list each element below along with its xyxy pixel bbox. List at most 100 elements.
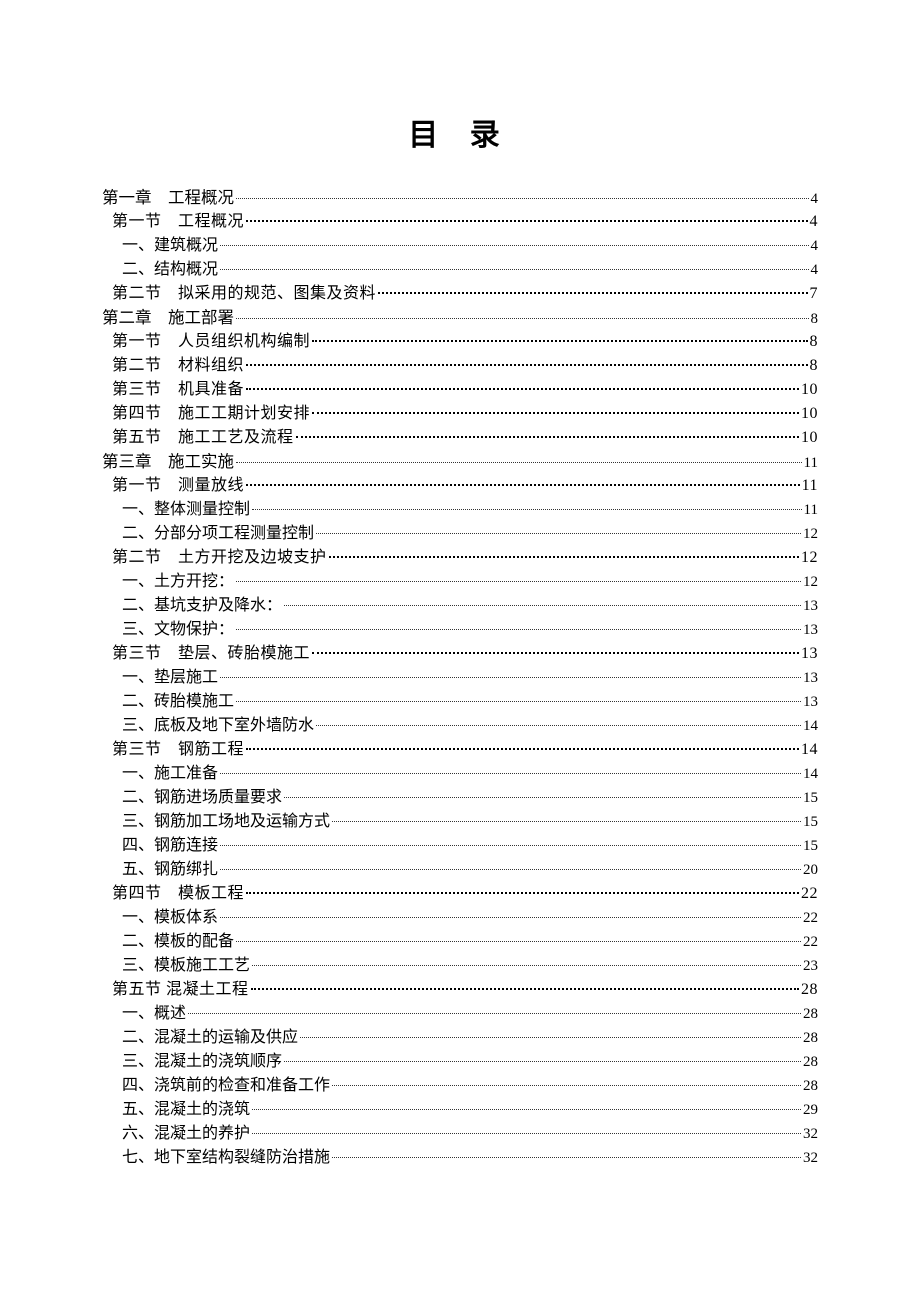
toc-leader-dots — [188, 1013, 801, 1014]
toc-title: 目 录 — [102, 110, 818, 154]
toc-entry: 二、模板的配备 22 — [102, 930, 818, 954]
toc-leader-dots — [220, 917, 801, 918]
toc-entry: 四、钢筋连接 15 — [102, 834, 818, 858]
toc-leader-dots — [252, 1133, 801, 1134]
toc-container: 第一章 工程概况4第一节 工程概况 4一、建筑概况 4二、结构概况 4第二节 拟… — [102, 186, 818, 1170]
toc-leader-dots — [378, 292, 807, 294]
toc-label: 五、混凝土的浇筑 — [122, 1098, 250, 1122]
toc-label: 一、土方开挖： — [122, 570, 234, 594]
toc-label: 三、钢筋加工场地及运输方式 — [122, 810, 330, 834]
toc-entry: 一、模板体系 22 — [102, 906, 818, 930]
toc-label: 三、模板施工工艺 — [122, 954, 250, 978]
toc-label: 三、混凝土的浇筑顺序 — [122, 1050, 282, 1074]
toc-leader-dots — [246, 388, 799, 390]
toc-label: 第一节 人员组织机构编制 — [112, 330, 310, 354]
toc-page-number: 23 — [803, 955, 818, 978]
toc-leader-dots — [220, 245, 808, 246]
toc-page-number: 15 — [803, 811, 818, 834]
toc-leader-dots — [236, 701, 801, 702]
toc-entry: 三、模板施工工艺 23 — [102, 954, 818, 978]
toc-leader-dots — [220, 269, 808, 270]
toc-leader-dots — [312, 340, 807, 342]
toc-leader-dots — [246, 220, 807, 222]
toc-entry: 一、概述 28 — [102, 1002, 818, 1026]
toc-label: 四、钢筋连接 — [122, 834, 218, 858]
toc-entry: 第三章 施工实施 11 — [102, 450, 818, 474]
toc-label: 第二节 材料组织 — [112, 354, 244, 378]
toc-entry: 第三节 垫层、砖胎模施工 13 — [102, 642, 818, 666]
toc-entry: 二、分部分项工程测量控制 12 — [102, 522, 818, 546]
toc-leader-dots — [246, 364, 807, 366]
toc-leader-dots — [246, 484, 800, 486]
toc-page-number: 32 — [803, 1123, 818, 1146]
toc-leader-dots — [246, 748, 799, 750]
toc-page-number: 11 — [802, 474, 818, 498]
toc-label: 第一章 工程概况 — [102, 186, 234, 211]
toc-leader-dots — [252, 1109, 801, 1110]
toc-label: 第一节 工程概况 — [112, 210, 244, 234]
toc-page-number: 15 — [803, 787, 818, 810]
toc-entry: 二、结构概况 4 — [102, 258, 818, 282]
toc-leader-dots — [252, 509, 802, 510]
toc-page-number: 8 — [811, 308, 819, 331]
toc-page-number: 11 — [804, 499, 818, 522]
toc-page-number: 11 — [804, 452, 818, 475]
toc-label: 第四节 施工工期计划安排 — [112, 402, 310, 426]
toc-entry: 第三节 机具准备 10 — [102, 378, 818, 402]
toc-entry: 五、混凝土的浇筑 29 — [102, 1098, 818, 1122]
toc-entry: 二、钢筋进场质量要求 15 — [102, 786, 818, 810]
toc-label: 二、分部分项工程测量控制 — [122, 522, 314, 546]
toc-page-number: 7 — [810, 282, 819, 306]
toc-label: 二、钢筋进场质量要求 — [122, 786, 282, 810]
toc-leader-dots — [284, 797, 801, 798]
toc-entry: 一、垫层施工 13 — [102, 666, 818, 690]
toc-entry: 一、土方开挖： 12 — [102, 570, 818, 594]
toc-label: 七、地下室结构裂缝防治措施 — [122, 1146, 330, 1170]
toc-page-number: 12 — [803, 523, 818, 546]
toc-entry: 第一节 测量放线 11 — [102, 474, 818, 498]
toc-page-number: 15 — [803, 835, 818, 858]
toc-label: 六、混凝土的养护 — [122, 1122, 250, 1146]
toc-page-number: 13 — [803, 667, 818, 690]
toc-entry: 二、基坑支护及降水： 13 — [102, 594, 818, 618]
toc-leader-dots — [220, 869, 801, 870]
toc-label: 一、模板体系 — [122, 906, 218, 930]
toc-entry: 七、地下室结构裂缝防治措施 32 — [102, 1146, 818, 1170]
toc-entry: 第三节 钢筋工程 14 — [102, 738, 818, 762]
toc-entry: 第二章 施工部署 8 — [102, 306, 818, 330]
toc-page-number: 8 — [810, 354, 819, 378]
toc-leader-dots — [332, 1085, 801, 1086]
toc-page-number: 13 — [803, 691, 818, 714]
toc-label: 第二节 土方开挖及边坡支护 — [112, 546, 327, 570]
toc-entry: 一、施工准备 14 — [102, 762, 818, 786]
toc-entry: 第一节 人员组织机构编制 8 — [102, 330, 818, 354]
toc-label: 第二节 拟采用的规范、图集及资料 — [112, 282, 376, 306]
toc-leader-dots — [236, 581, 801, 582]
toc-label: 一、建筑概况 — [122, 234, 218, 258]
toc-page-number: 28 — [803, 1075, 818, 1098]
toc-leader-dots — [312, 412, 799, 414]
toc-page-number: 13 — [803, 619, 818, 642]
toc-label: 第三章 施工实施 — [102, 450, 234, 475]
toc-page-number: 10 — [801, 402, 818, 426]
toc-page-number: 29 — [803, 1099, 818, 1122]
toc-entry: 三、钢筋加工场地及运输方式 15 — [102, 810, 818, 834]
toc-page-number: 28 — [801, 978, 818, 1002]
toc-label: 第三节 钢筋工程 — [112, 738, 244, 762]
toc-page-number: 10 — [801, 426, 818, 450]
toc-entry: 四、浇筑前的检查和准备工作 28 — [102, 1074, 818, 1098]
toc-leader-dots — [251, 988, 799, 990]
toc-label: 第一节 测量放线 — [112, 474, 244, 498]
toc-label: 一、概述 — [122, 1002, 186, 1026]
toc-leader-dots — [316, 725, 801, 726]
toc-label: 五、钢筋绑扎 — [122, 858, 218, 882]
toc-label: 三、文物保护： — [122, 618, 234, 642]
toc-entry: 第二节 材料组织 8 — [102, 354, 818, 378]
toc-entry: 三、文物保护： 13 — [102, 618, 818, 642]
toc-page-number: 4 — [811, 188, 819, 211]
toc-label: 一、整体测量控制 — [122, 498, 250, 522]
toc-leader-dots — [332, 821, 801, 822]
toc-label: 第二章 施工部署 — [102, 306, 234, 331]
toc-page-number: 10 — [801, 378, 818, 402]
toc-page-number: 8 — [810, 330, 819, 354]
